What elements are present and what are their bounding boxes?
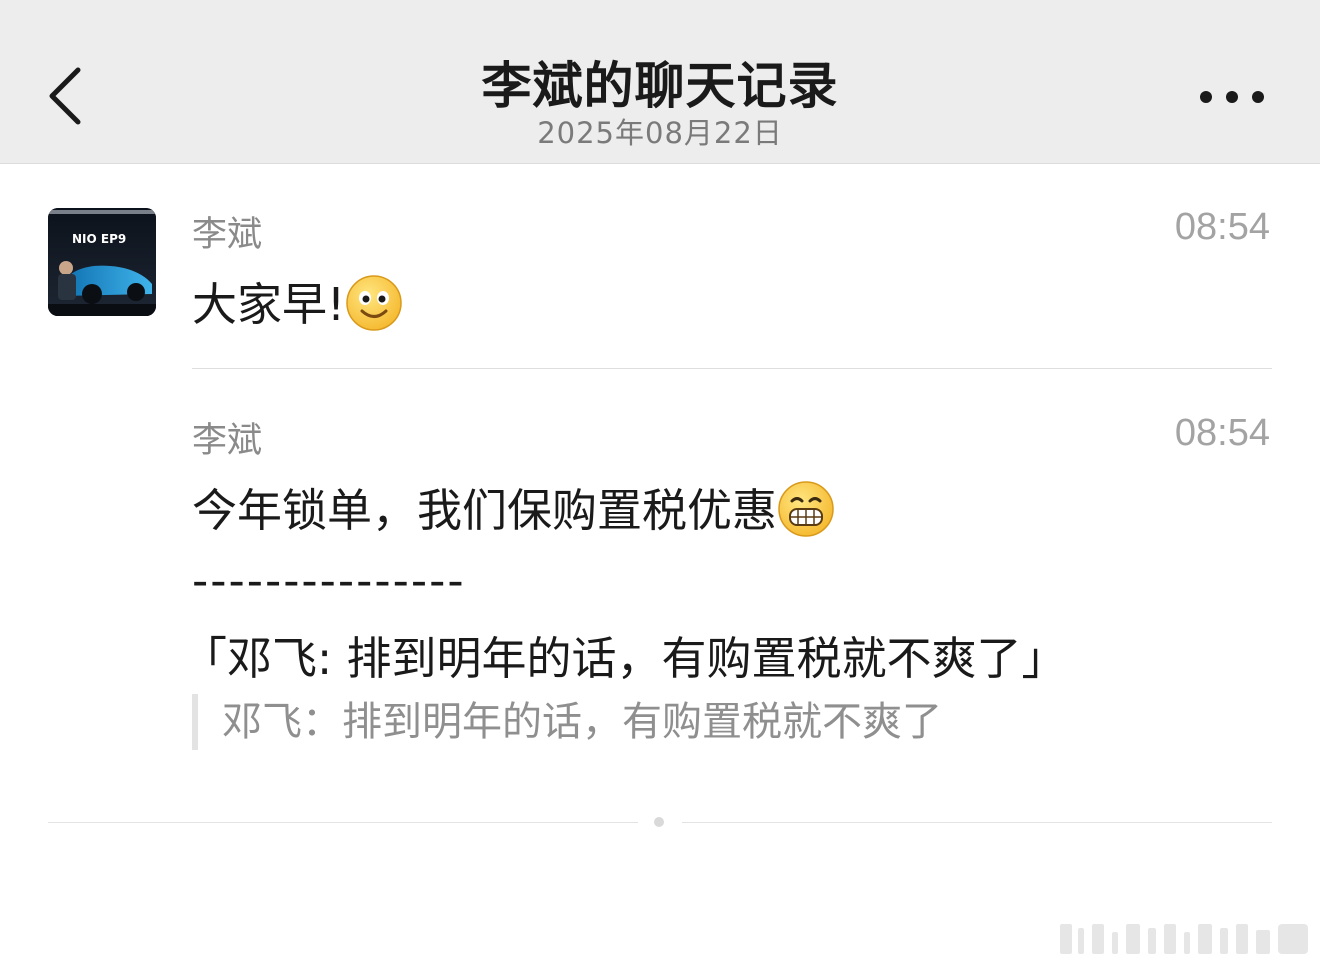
chat-history-header: 李斌的聊天记录 2025年08月22日 [0, 0, 1320, 164]
message-text: 今年锁单，我们保购置税优惠 [192, 474, 835, 549]
sender-name: 李斌 [192, 215, 263, 255]
end-divider-left [48, 822, 638, 823]
chat-date: 2025年08月22日 [537, 116, 783, 150]
end-divider-right [682, 822, 1272, 823]
quoted-message[interactable]: 邓飞：排到明年的话，有购置税就不爽了 [192, 694, 942, 750]
message-text-content: 今年锁单，我们保购置税优惠 [192, 484, 778, 537]
message-text: 大家早! [192, 268, 403, 343]
message-1[interactable]: 李斌 08:54 大家早! [192, 206, 1272, 336]
message-divider [192, 368, 1272, 369]
svg-text:NIO EP9: NIO EP9 [72, 232, 126, 246]
avatar[interactable]: NIO EP9 [48, 208, 156, 316]
message-text-content: 大家早! [192, 278, 346, 331]
watermark-logo [1058, 918, 1312, 958]
more-button[interactable] [1196, 80, 1268, 114]
message-separator: --------------- [192, 554, 466, 607]
more-dots-icon [1200, 91, 1264, 103]
avatar-photo: NIO EP9 [48, 208, 156, 316]
message-time: 08:54 [1174, 412, 1270, 454]
end-divider-dot [654, 817, 664, 827]
sender-name: 李斌 [192, 421, 263, 461]
reply-line: 「邓飞: 排到明年的话，有购置税就不爽了」 [182, 632, 1067, 685]
message-time: 08:54 [1174, 206, 1270, 248]
page-title: 李斌的聊天记录 [481, 57, 839, 115]
grin-emoji-icon [777, 480, 835, 549]
smile-emoji-icon [345, 274, 403, 343]
